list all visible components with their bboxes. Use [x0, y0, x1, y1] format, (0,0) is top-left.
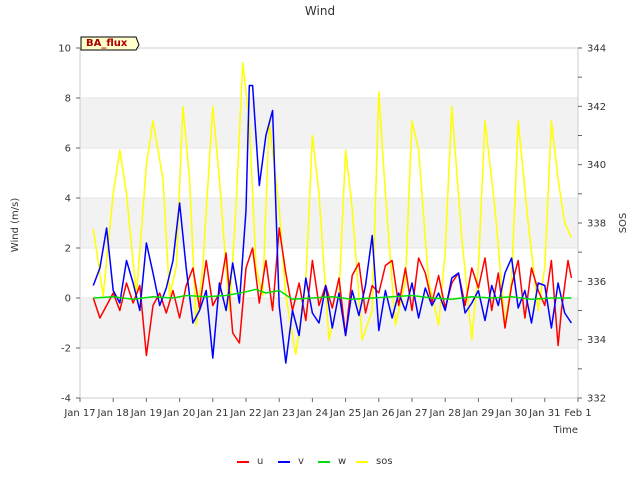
x-tick-label: Jan 28 [429, 408, 461, 419]
y-tick-label-left: 0 [65, 294, 71, 305]
x-tick-label: Jan 31 [528, 408, 560, 419]
y-tick-label-right: 342 [587, 102, 606, 113]
y-axis-label-right: SOS [618, 213, 629, 234]
x-tick-label: Jan 27 [395, 408, 427, 419]
y-tick-label-left: 8 [65, 94, 71, 105]
y-tick-label-right: 340 [587, 160, 606, 171]
grid-bands [80, 47, 578, 399]
x-tick-label: Jan 25 [329, 408, 361, 419]
x-axis: Jan 17 Jan 18 Jan 19 Jan 20 Jan 21 Jan 22 Jan … [63, 398, 592, 419]
y-tick-label-left: 6 [65, 144, 71, 155]
legend: u v w sos [237, 456, 393, 467]
x-tick-label: Feb 1 [564, 408, 591, 419]
legend-label-w: w [338, 456, 346, 467]
y-tick-label-left: 4 [65, 194, 71, 205]
y-tick-label-right: 338 [587, 219, 606, 230]
grid-band [80, 198, 578, 248]
x-axis-label: Time [553, 425, 578, 436]
y-tick-label-left: -2 [61, 344, 71, 355]
y-tick-label-left: -4 [61, 394, 71, 405]
x-tick-label: Jan 22 [229, 408, 261, 419]
x-tick-label: Jan 17 [63, 408, 95, 419]
y-axis-label-left: Wind (m/s) [10, 198, 21, 253]
badge: BA_flux [80, 36, 140, 51]
x-tick-label: Jan 20 [163, 408, 195, 419]
x-tick-label: Jan 26 [362, 408, 394, 419]
y-tick-label-right: 336 [587, 277, 606, 288]
x-tick-label: Jan 23 [263, 408, 295, 419]
y-tick-label-right: 334 [587, 335, 606, 346]
x-tick-label: Jan 29 [462, 408, 494, 419]
x-tick-label: Jan 19 [130, 408, 162, 419]
legend-label-u: u [257, 456, 263, 467]
legend-label-sos: sos [376, 456, 393, 467]
grid-band [80, 98, 578, 148]
y-tick-label-left: 10 [58, 44, 71, 55]
x-tick-label: Jan 24 [296, 408, 328, 419]
left-axis: -4 -2 0 2 4 6 8 10 [58, 44, 80, 405]
legend-label-v: v [298, 456, 304, 467]
y-tick-label-left: 2 [65, 244, 71, 255]
y-tick-label-right: 344 [587, 44, 606, 55]
x-tick-label: Jan 21 [196, 408, 228, 419]
x-tick-label: Jan 30 [495, 408, 527, 419]
chart-svg: -4 -2 0 2 4 6 8 10 332 334 336 338 340 342 344 Jan 17… [10, 4, 629, 467]
y-tick-label-right: 332 [587, 394, 606, 405]
x-tick-label: Jan 18 [97, 408, 129, 419]
badge-text: BA_flux [86, 38, 128, 49]
chart-title: Wind [305, 4, 335, 18]
right-axis: 332 334 336 338 340 342 344 [578, 44, 606, 405]
chart: -4 -2 0 2 4 6 8 10 332 334 336 338 340 342 344 Jan 17… [0, 0, 640, 480]
